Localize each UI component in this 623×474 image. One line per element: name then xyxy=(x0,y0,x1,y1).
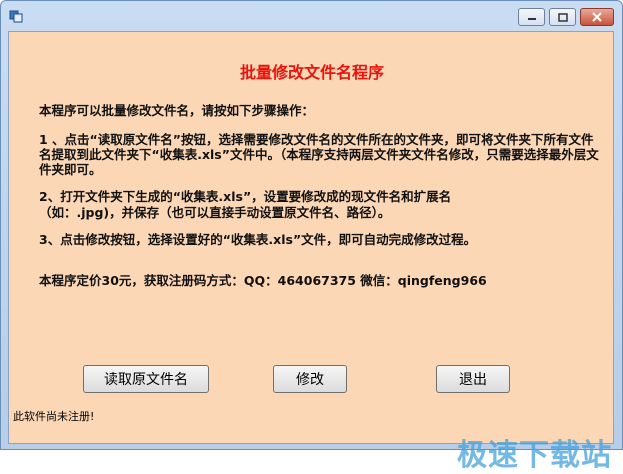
maximize-icon xyxy=(557,12,568,22)
step3-text: 3、点击修改按钮，选择设置好的“收集表.xls”文件，即可自动完成修改过程。 xyxy=(39,232,477,247)
step2-line2-text: （如：.jpg)，并保存（也可以直接手动设置原文件名、路径）。 xyxy=(39,205,391,220)
app-window: 批量修改文件名程序 本程序可以批量修改文件名，请按如下步骤操作： 1 、点击“读… xyxy=(0,0,623,473)
registration-status: 此软件尚未注册! xyxy=(13,410,95,423)
maximize-button[interactable] xyxy=(549,8,576,26)
close-button[interactable] xyxy=(580,8,614,26)
exit-button[interactable]: 退出 xyxy=(436,365,510,393)
minimize-icon xyxy=(527,18,536,20)
step2-line1-text: 2、打开文件夹下生成的“收集表.xls”，设置要修改成的现文件名和扩展名 xyxy=(39,189,452,204)
form-body: 批量修改文件名程序 本程序可以批量修改文件名，请按如下步骤操作： 1 、点击“读… xyxy=(8,31,614,473)
read-filenames-button[interactable]: 读取原文件名 xyxy=(83,365,209,393)
title-bar[interactable] xyxy=(1,1,622,31)
minimize-button[interactable] xyxy=(518,8,545,26)
step1-text: 1 、点击“读取原文件名”按钮，选择需要修改文件名的文件所在的文件夹，即可将文件… xyxy=(39,132,599,177)
watermark-logo: 极速下载站 xyxy=(457,438,612,473)
page-title: 批量修改文件名程序 xyxy=(239,63,384,82)
intro-text: 本程序可以批量修改文件名，请按如下步骤操作： xyxy=(39,103,315,118)
price-text: 本程序定价30元，获取注册码方式：QQ：464067375 微信：qingfen… xyxy=(39,273,487,288)
app-icon xyxy=(9,10,23,23)
close-icon xyxy=(592,12,602,22)
modify-button[interactable]: 修改 xyxy=(273,365,347,393)
